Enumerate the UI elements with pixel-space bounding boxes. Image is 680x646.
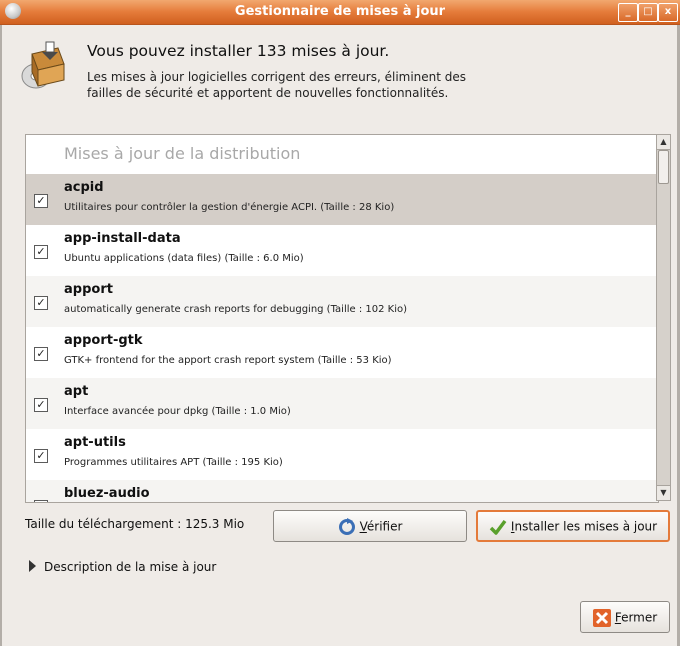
refresh-icon <box>338 518 355 535</box>
package-description: Utilitaires pour contrôler la gestion d'… <box>64 202 395 213</box>
list-item[interactable]: ✓ apt-utils Programmes utilitaires APT (… <box>26 429 658 480</box>
window-title: Gestionnaire de mises à jour <box>234 4 446 19</box>
update-checkbox[interactable]: ✓ <box>34 449 48 463</box>
install-updates-button[interactable]: Installer les mises à jour <box>476 510 670 542</box>
page-title: Vous pouvez installer 133 mises à jour. <box>87 42 390 60</box>
page-description: Les mises à jour logicielles corrigent d… <box>87 70 467 100</box>
expander-arrow-icon[interactable] <box>29 560 36 572</box>
package-description: automatically generate crash reports for… <box>64 304 407 315</box>
checkmark-icon <box>489 519 507 535</box>
verify-button[interactable]: Vérifier <box>273 510 467 542</box>
close-window-button[interactable]: x <box>658 3 678 22</box>
package-name: apt-utils <box>64 435 126 450</box>
package-description: Ubuntu applications (data files) (Taille… <box>64 253 304 264</box>
list-item[interactable]: ✓ apport automatically generate crash re… <box>26 276 658 327</box>
list-scrollbar[interactable]: ▲ ▼ <box>656 134 671 501</box>
minimize-button[interactable]: _ <box>618 3 638 22</box>
package-description: GTK+ frontend for the apport crash repor… <box>64 355 392 366</box>
package-name: apt <box>64 384 89 399</box>
list-item[interactable]: ✓ bluez-audio <box>26 480 658 502</box>
window-border-left <box>0 25 2 646</box>
software-update-icon <box>21 41 65 89</box>
close-button[interactable]: Fermer <box>580 601 670 633</box>
expander-label: Description de la mise à jour <box>44 560 217 574</box>
update-checkbox[interactable]: ✓ <box>34 194 48 208</box>
update-checkbox[interactable]: ✓ <box>34 296 48 310</box>
package-name: bluez-audio <box>64 486 150 501</box>
list-item[interactable]: ✓ apt Interface avancée pour dpkg (Taill… <box>26 378 658 429</box>
close-label: ermer <box>621 610 658 625</box>
package-description: Programmes utilitaires APT (Taille : 195… <box>64 457 283 468</box>
package-name: apport-gtk <box>64 333 143 348</box>
verify-mnemonic: V <box>359 519 367 534</box>
list-item[interactable]: ✓ acpid Utilitaires pour contrôler la ge… <box>26 174 658 225</box>
update-list[interactable]: Mises à jour de la distribution ✓ acpid … <box>25 134 659 503</box>
package-name: acpid <box>64 180 104 195</box>
list-item[interactable]: ✓ app-install-data Ubuntu applications (… <box>26 225 658 276</box>
scrollbar-thumb[interactable] <box>658 150 669 184</box>
package-name: apport <box>64 282 113 297</box>
list-item[interactable]: ✓ apport-gtk GTK+ frontend for the appor… <box>26 327 658 378</box>
scroll-down-icon[interactable]: ▼ <box>657 485 670 500</box>
maximize-button[interactable]: □ <box>638 3 658 22</box>
install-label: nstaller les mises à jour <box>514 519 658 534</box>
download-size-label: Taille du téléchargement : 125.3 Mio <box>25 517 245 531</box>
close-icon <box>592 609 611 627</box>
package-description: Interface avancée pour dpkg (Taille : 1.… <box>64 406 291 417</box>
verify-label: érifier <box>366 519 403 534</box>
update-details-expander[interactable]: Description de la mise à jour <box>29 560 216 574</box>
scroll-up-icon[interactable]: ▲ <box>657 135 670 150</box>
title-bar[interactable]: Gestionnaire de mises à jour _ □ x <box>0 0 680 25</box>
update-checkbox[interactable]: ✓ <box>34 245 48 259</box>
section-title: Mises à jour de la distribution <box>64 144 301 163</box>
update-checkbox[interactable]: ✓ <box>34 398 48 412</box>
update-checkbox[interactable]: ✓ <box>34 500 48 502</box>
update-checkbox[interactable]: ✓ <box>34 347 48 361</box>
package-name: app-install-data <box>64 231 181 246</box>
